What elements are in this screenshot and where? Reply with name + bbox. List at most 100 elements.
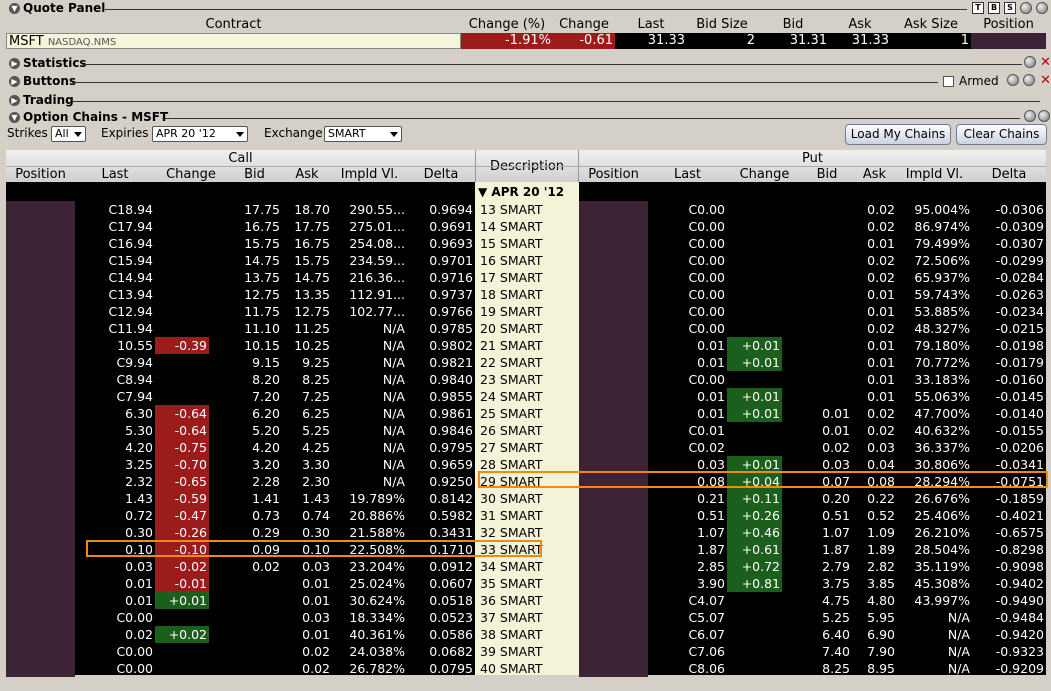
call-ask[interactable]: 0.01 <box>282 626 332 643</box>
call-delta[interactable]: 0.0912 <box>407 558 475 575</box>
put-ask[interactable]: 1.09 <box>852 524 897 541</box>
put-change[interactable] <box>727 609 782 626</box>
call-last[interactable]: C12.94 <box>75 303 155 320</box>
put-bid[interactable]: 1.87 <box>782 541 852 558</box>
put-bid[interactable]: 5.25 <box>782 609 852 626</box>
put-ask[interactable]: 0.01 <box>852 337 897 354</box>
call-delta[interactable]: 0.9840 <box>407 371 475 388</box>
col-ask[interactable]: Ask <box>829 17 891 32</box>
call-position[interactable] <box>6 541 75 558</box>
table-row[interactable]: C18.94 17.75 18.70 290.55... 0.9694 C0.00 0.02… <box>6 201 1046 218</box>
put-bid[interactable] <box>782 218 852 235</box>
put-delta[interactable]: -0.9490 <box>972 592 1046 609</box>
put-delta[interactable]: -0.0284 <box>972 269 1046 286</box>
call-iv[interactable]: 102.77... <box>332 303 407 320</box>
call-iv[interactable]: N/A <box>332 439 407 456</box>
put-last[interactable]: C0.00 <box>648 303 727 320</box>
put-last[interactable]: C0.00 <box>648 371 727 388</box>
put-iv[interactable]: 47.700% <box>897 405 972 422</box>
put-last[interactable]: C0.01 <box>648 422 727 439</box>
put-change[interactable] <box>727 660 782 677</box>
put-col-header[interactable]: Impld Vl. <box>897 167 972 182</box>
strike-description[interactable]: 37 SMART <box>475 609 579 626</box>
call-iv[interactable]: 275.01... <box>332 218 407 235</box>
put-bid[interactable]: 2.79 <box>782 558 852 575</box>
call-delta[interactable]: 0.9716 <box>407 269 475 286</box>
strike-description[interactable]: 17 SMART <box>475 269 579 286</box>
put-ask[interactable]: 0.01 <box>852 303 897 320</box>
call-bid[interactable]: 9.15 <box>209 354 282 371</box>
call-ask[interactable]: 16.75 <box>282 235 332 252</box>
put-change[interactable]: +0.46 <box>727 524 782 541</box>
put-ask[interactable]: 0.01 <box>852 354 897 371</box>
call-ask[interactable]: 14.75 <box>282 269 332 286</box>
put-position[interactable] <box>579 422 648 439</box>
put-delta[interactable]: -0.0309 <box>972 218 1046 235</box>
s-button[interactable]: S <box>1004 2 1016 14</box>
put-change[interactable]: +0.26 <box>727 507 782 524</box>
call-position[interactable] <box>6 303 75 320</box>
call-ask[interactable]: 0.01 <box>282 592 332 609</box>
put-change[interactable] <box>727 252 782 269</box>
put-change[interactable] <box>727 218 782 235</box>
put-bid[interactable]: 1.07 <box>782 524 852 541</box>
put-delta[interactable]: -0.9209 <box>972 660 1046 677</box>
call-last[interactable]: C0.00 <box>75 643 155 660</box>
table-row[interactable]: C17.94 16.75 17.75 275.01... 0.9691 C0.00 0.02… <box>6 218 1046 235</box>
call-col-header[interactable]: Change <box>155 167 227 182</box>
trading-header[interactable]: ▶ Trading <box>0 92 1051 110</box>
put-iv[interactable]: 35.119% <box>897 558 972 575</box>
call-bid[interactable]: 7.20 <box>209 388 282 405</box>
call-position[interactable] <box>6 490 75 507</box>
put-iv[interactable]: 26.676% <box>897 490 972 507</box>
table-row[interactable]: 0.30 -0.26 0.29 0.30 21.588% 0.3431 1.07 +0.46 1… <box>6 524 1046 541</box>
call-bid[interactable]: 0.02 <box>209 558 282 575</box>
call-iv[interactable]: 254.08... <box>332 235 407 252</box>
put-iv[interactable]: 40.632% <box>897 422 972 439</box>
put-delta[interactable]: -0.9098 <box>972 558 1046 575</box>
call-last[interactable]: C8.94 <box>75 371 155 388</box>
col-bid[interactable]: Bid <box>757 17 829 32</box>
put-delta[interactable]: -0.0179 <box>972 354 1046 371</box>
call-last[interactable]: C18.94 <box>75 201 155 218</box>
call-ask[interactable]: 0.30 <box>282 524 332 541</box>
call-delta[interactable]: 0.9659 <box>407 456 475 473</box>
put-ask[interactable]: 4.80 <box>852 592 897 609</box>
put-last[interactable]: C0.00 <box>648 201 727 218</box>
put-iv[interactable]: 59.743% <box>897 286 972 303</box>
put-iv[interactable]: 33.183% <box>897 371 972 388</box>
call-iv[interactable]: N/A <box>332 456 407 473</box>
call-bid[interactable] <box>209 643 282 660</box>
call-delta[interactable]: 0.9701 <box>407 252 475 269</box>
settings-icon[interactable] <box>1024 56 1036 68</box>
strike-description[interactable]: 32 SMART <box>475 524 579 541</box>
call-change[interactable] <box>155 286 209 303</box>
call-change[interactable]: -0.70 <box>155 456 209 473</box>
put-delta[interactable]: -0.9402 <box>972 575 1046 592</box>
call-delta[interactable]: 0.9802 <box>407 337 475 354</box>
put-delta[interactable]: -0.0145 <box>972 388 1046 405</box>
call-bid[interactable]: 8.20 <box>209 371 282 388</box>
put-delta[interactable]: -0.0306 <box>972 201 1046 218</box>
put-iv[interactable]: 86.974% <box>897 218 972 235</box>
put-delta[interactable]: -0.1859 <box>972 490 1046 507</box>
put-delta[interactable]: -0.0307 <box>972 235 1046 252</box>
call-last[interactable]: C0.00 <box>75 609 155 626</box>
call-delta[interactable]: 0.8142 <box>407 490 475 507</box>
put-delta[interactable]: -0.9420 <box>972 626 1046 643</box>
call-last[interactable]: C16.94 <box>75 235 155 252</box>
put-iv[interactable]: 45.308% <box>897 575 972 592</box>
call-last[interactable]: 1.43 <box>75 490 155 507</box>
put-last[interactable]: C6.07 <box>648 626 727 643</box>
call-last[interactable]: 0.30 <box>75 524 155 541</box>
call-change[interactable] <box>155 235 209 252</box>
put-iv[interactable]: N/A <box>897 643 972 660</box>
call-position[interactable] <box>6 286 75 303</box>
call-iv[interactable]: N/A <box>332 320 407 337</box>
put-iv[interactable]: 79.499% <box>897 235 972 252</box>
table-row[interactable]: C8.94 8.20 8.25 N/A 0.9840 C0.00 0.01 33.183% -0… <box>6 371 1046 388</box>
put-ask[interactable]: 0.02 <box>852 269 897 286</box>
call-change[interactable]: -0.64 <box>155 422 209 439</box>
put-iv[interactable]: 26.210% <box>897 524 972 541</box>
put-change[interactable] <box>727 303 782 320</box>
